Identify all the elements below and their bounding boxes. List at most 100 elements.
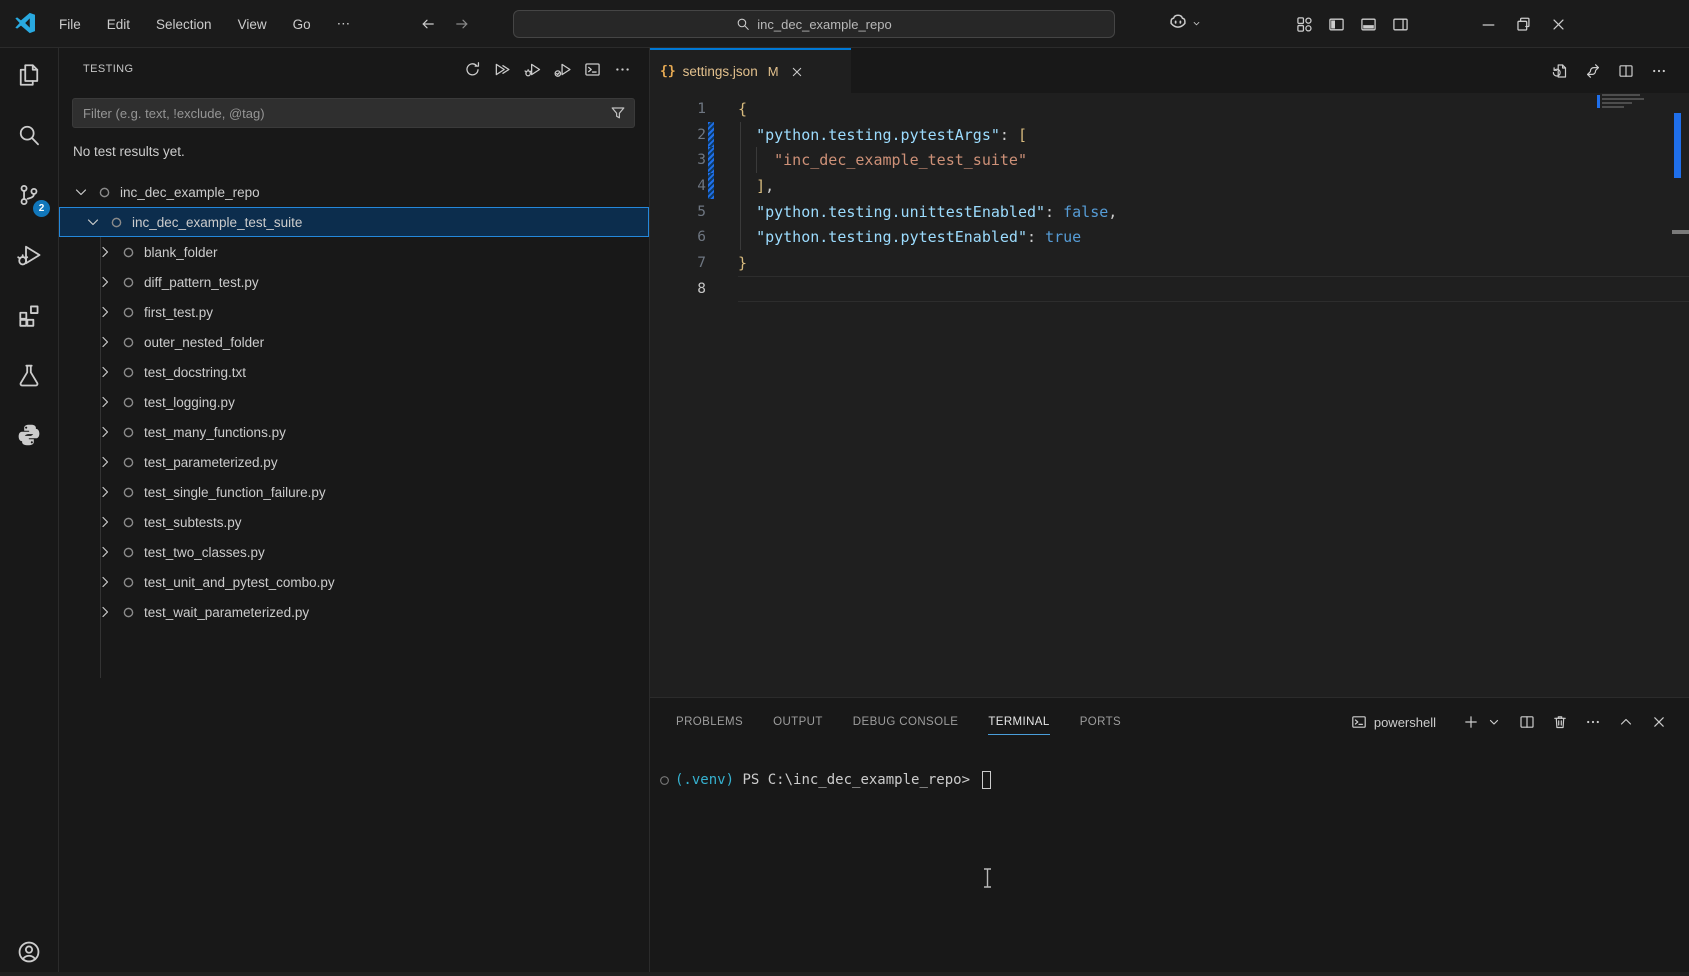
test-tree-item[interactable]: test_parameterized.py — [59, 447, 649, 477]
split-terminal-icon[interactable] — [1519, 714, 1535, 730]
toggle-primary-sidebar-icon[interactable] — [1328, 16, 1345, 33]
test-filter-input[interactable] — [73, 106, 610, 121]
run-all-tests-icon[interactable] — [494, 61, 511, 78]
token-str: "inc_dec_example_test_suite" — [774, 151, 1027, 169]
chevron-down-icon — [1191, 18, 1202, 29]
command-center-search[interactable]: inc_dec_example_repo — [513, 10, 1115, 38]
go-back-icon[interactable] — [420, 16, 436, 32]
test-tree-item[interactable]: test_logging.py — [59, 387, 649, 417]
panel-tab-ports[interactable]: PORTS — [1080, 698, 1121, 746]
toggle-panel-icon[interactable] — [1360, 16, 1377, 33]
panel-actions: powershell — [1351, 698, 1667, 746]
refresh-tests-icon[interactable] — [464, 61, 481, 78]
line-number: 8 — [650, 281, 706, 297]
close-window-icon[interactable] — [1550, 16, 1567, 33]
test-tree-item[interactable]: diff_pattern_test.py — [59, 267, 649, 297]
more-actions-icon[interactable] — [1651, 63, 1667, 79]
activity-bar-item-testing[interactable] — [0, 351, 58, 399]
menu-[interactable]: ⋯ — [324, 9, 364, 39]
code-editor[interactable]: 1{2 "python.testing.pytestArgs": [3 "inc… — [650, 93, 1689, 697]
more-actions-icon[interactable] — [1585, 714, 1601, 730]
more-actions-icon[interactable] — [614, 61, 631, 78]
overview-ruler-cursor-marker — [1672, 230, 1689, 234]
code-line-text: { — [738, 100, 747, 118]
open-changes-icon[interactable] — [1552, 63, 1568, 79]
panel-tab-output[interactable]: OUTPUT — [773, 698, 823, 746]
new-terminal-icon[interactable] — [1463, 714, 1479, 730]
code-line[interactable]: 8 — [650, 276, 1689, 302]
maximize-panel-icon[interactable] — [1618, 714, 1634, 730]
close-tab-icon[interactable] — [790, 65, 804, 79]
token-plain: : — [1000, 126, 1018, 144]
account-icon — [17, 940, 41, 964]
open-source-control-icon[interactable] — [1585, 63, 1601, 79]
menu-edit[interactable]: Edit — [94, 9, 143, 39]
token-plain — [738, 151, 774, 169]
code-line[interactable]: 5 "python.testing.unittestEnabled": fals… — [650, 199, 1689, 225]
run-tests-with-coverage-icon[interactable] — [554, 61, 571, 78]
go-forward-icon[interactable] — [454, 16, 470, 32]
token-plain: , — [765, 177, 774, 195]
test-tree-item[interactable]: test_docstring.txt — [59, 357, 649, 387]
activity-bar-item-explorer[interactable] — [0, 51, 58, 99]
test-tree-item[interactable]: blank_folder — [59, 237, 649, 267]
filter-funnel-icon[interactable] — [610, 105, 626, 121]
activity-bar-item-source-control[interactable]: 2 — [0, 171, 58, 219]
test-state-circle-icon — [97, 185, 112, 200]
menu-go[interactable]: Go — [280, 9, 324, 39]
code-line[interactable]: 2 "python.testing.pytestArgs": [ — [650, 122, 1689, 148]
code-line[interactable]: 4 ], — [650, 173, 1689, 199]
test-tree-item[interactable]: outer_nested_folder — [59, 327, 649, 357]
test-tree-item[interactable]: inc_dec_example_repo — [59, 177, 649, 207]
activity-bar-item-extensions[interactable] — [0, 291, 58, 339]
minimap[interactable] — [1602, 94, 1652, 110]
test-tree-item[interactable]: test_single_function_failure.py — [59, 477, 649, 507]
editor-tab-bar: {} settings.json M — [650, 48, 1689, 93]
code-line[interactable]: 3 "inc_dec_example_test_suite" — [650, 147, 1689, 173]
kill-terminal-icon[interactable] — [1552, 714, 1568, 730]
test-tree-item[interactable]: test_unit_and_pytest_combo.py — [59, 567, 649, 597]
test-tree-item[interactable]: inc_dec_example_test_suite — [59, 207, 649, 237]
minimize-window-icon[interactable] — [1480, 16, 1497, 33]
show-output-icon[interactable] — [584, 61, 601, 78]
activity-bar-item-account[interactable] — [0, 928, 58, 976]
code-line-text: "python.testing.pytestArgs": [ — [738, 126, 1027, 144]
menu-view[interactable]: View — [225, 9, 280, 39]
tab-settings-json[interactable]: {} settings.json M — [650, 48, 851, 93]
test-filter-box — [72, 98, 635, 128]
test-tree-item[interactable]: first_test.py — [59, 297, 649, 327]
menu-file[interactable]: File — [46, 9, 94, 39]
mouse-ibeam-cursor — [982, 868, 993, 888]
code-line[interactable]: 6 "python.testing.pytestEnabled": true — [650, 225, 1689, 251]
restore-window-icon[interactable] — [1515, 16, 1532, 33]
split-editor-icon[interactable] — [1618, 63, 1634, 79]
terminal-profile-dropdown-icon[interactable] — [1486, 714, 1502, 730]
command-decoration-icon[interactable] — [659, 775, 670, 786]
test-tree-item[interactable]: test_subtests.py — [59, 507, 649, 537]
menu-selection[interactable]: Selection — [143, 9, 225, 39]
test-tree-label: test_two_classes.py — [144, 545, 265, 560]
close-panel-icon[interactable] — [1651, 714, 1667, 730]
activity-bar-item-python[interactable] — [0, 411, 58, 459]
chevron-down-icon[interactable] — [85, 214, 101, 230]
activity-bar-item-run-and-debug[interactable] — [0, 231, 58, 279]
debug-icon — [17, 243, 41, 267]
activity-bar-item-search[interactable] — [0, 111, 58, 159]
debug-all-tests-icon[interactable] — [524, 61, 541, 78]
chevron-down-icon[interactable] — [73, 184, 89, 200]
code-line[interactable]: 7} — [650, 250, 1689, 276]
test-tree-item[interactable]: test_wait_parameterized.py — [59, 597, 649, 627]
customize-layout-icon[interactable] — [1296, 16, 1313, 33]
terminal-shell-label[interactable]: powershell — [1374, 715, 1436, 730]
panel-tab-problems[interactable]: PROBLEMS — [676, 698, 743, 746]
search-icon — [17, 123, 41, 147]
token-plain — [738, 203, 756, 221]
panel-tab-terminal[interactable]: TERMINAL — [988, 698, 1049, 746]
python-icon — [17, 423, 41, 447]
test-tree-item[interactable]: test_many_functions.py — [59, 417, 649, 447]
toggle-secondary-sidebar-icon[interactable] — [1392, 16, 1409, 33]
code-line[interactable]: 1{ — [650, 96, 1689, 122]
copilot-button[interactable] — [1168, 13, 1202, 33]
test-tree-item[interactable]: test_two_classes.py — [59, 537, 649, 567]
panel-tab-debug-console[interactable]: DEBUG CONSOLE — [853, 698, 959, 746]
